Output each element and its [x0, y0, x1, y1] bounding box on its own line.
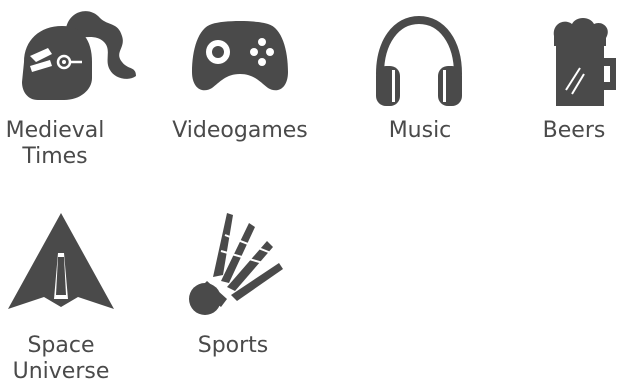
category-label-line1: Medieval [5, 118, 105, 143]
category-label: Sports [175, 333, 291, 359]
category-label: Videogames [170, 118, 310, 144]
category-label-line1: Videogames [172, 118, 308, 143]
beer-mug-icon [550, 14, 618, 110]
knight-helmet-icon [18, 4, 138, 104]
category-label: Beers [530, 118, 618, 144]
shuttlecock-icon [183, 211, 283, 315]
category-space-universe[interactable]: Space Universe [0, 205, 130, 385]
category-medieval-times[interactable]: Medieval Times [0, 0, 136, 175]
category-label: Medieval Times [0, 118, 110, 170]
category-label-line1: Space [27, 333, 95, 358]
category-label-line1: Sports [197, 333, 269, 358]
category-label: Music [360, 118, 480, 144]
rocket-icon [6, 211, 116, 311]
category-videogames[interactable]: Videogames [170, 0, 315, 175]
headphones-icon [374, 14, 464, 110]
category-label-line1: Music [388, 118, 452, 143]
category-label-line2: Universe [12, 359, 110, 384]
category-label-line1: Beers [542, 118, 606, 143]
category-beers[interactable]: Beers [530, 0, 618, 175]
category-label-line2: Times [22, 144, 88, 169]
category-sports[interactable]: Sports [175, 205, 295, 385]
category-music[interactable]: Music [360, 0, 480, 175]
category-label: Space Universe [0, 333, 122, 385]
gamepad-icon [190, 16, 290, 96]
